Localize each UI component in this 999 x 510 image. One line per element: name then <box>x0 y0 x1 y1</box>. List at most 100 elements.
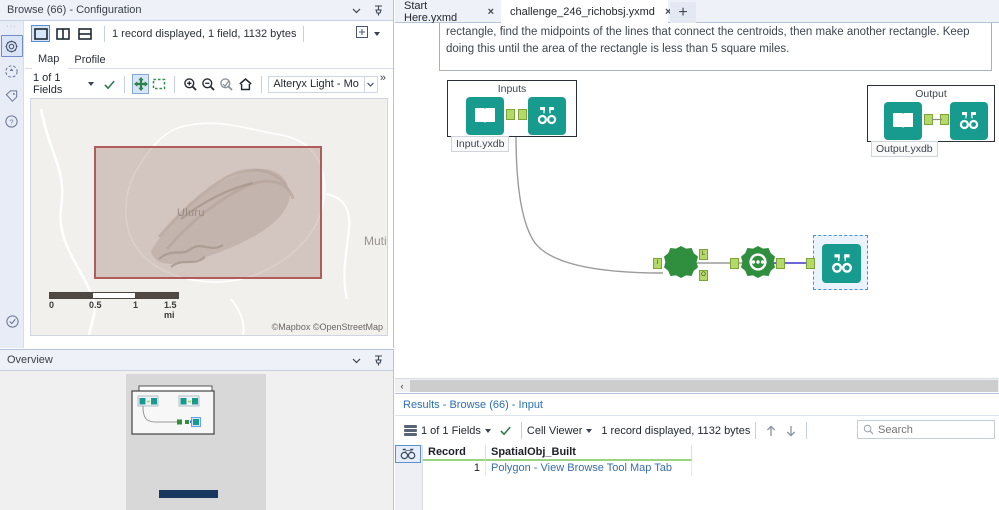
chevron-down-icon[interactable] <box>374 31 380 36</box>
scroll-left-icon[interactable]: ‹ <box>395 379 409 393</box>
toolbar-overflow-button[interactable]: » <box>380 72 393 84</box>
browse-tool[interactable] <box>528 97 566 135</box>
overview-panel-title: Overview <box>7 354 53 366</box>
gear-icon[interactable] <box>0 35 23 57</box>
check-icon[interactable] <box>496 421 516 441</box>
configuration-panel: Browse (66) - Configuration ··· ? 1 reco… <box>0 0 394 348</box>
close-icon[interactable]: × <box>488 6 494 18</box>
new-tab-button[interactable]: + <box>670 2 696 23</box>
chevron-down-icon[interactable] <box>88 82 94 86</box>
check-circle-icon[interactable] <box>5 314 20 332</box>
scale-bar-ticks: 0 0.5 1 1.5 mi <box>49 300 179 320</box>
tool-container-caption: Inputs <box>497 83 527 95</box>
macro-tool[interactable]: I L O <box>653 245 708 284</box>
pin-icon[interactable] <box>372 4 385 17</box>
chevron-down-icon[interactable] <box>350 4 363 17</box>
column-header-spatialobj[interactable]: SpatialObj_Built <box>486 445 692 461</box>
target-icon[interactable] <box>1 60 23 82</box>
add-column-icon[interactable] <box>356 26 368 41</box>
input-data-tool[interactable] <box>466 97 504 135</box>
iterative-macro-tool[interactable] <box>730 245 785 284</box>
search-input[interactable] <box>878 423 978 436</box>
results-toolbar: 1 of 1 Fields Cell Viewer 1 record displ… <box>395 416 999 445</box>
overview-minimap[interactable] <box>126 374 266 510</box>
divider <box>806 422 808 439</box>
map-toolbar: 1 of 1 Fields Alteryx Light - Mo » <box>25 72 393 96</box>
results-grid-gutter <box>395 445 423 510</box>
record-info-label: 1 record displayed, 1 field, 1132 bytes <box>112 27 297 40</box>
scale-tick-3: 1.5 mi <box>164 300 177 320</box>
tool-container-inputs[interactable]: Inputs <box>447 80 577 137</box>
output-anchor[interactable] <box>776 258 785 269</box>
browse-tool-selected[interactable] <box>806 235 868 290</box>
arrow-down-icon[interactable] <box>781 421 801 441</box>
output-data-tool[interactable] <box>884 102 922 140</box>
basemap-selector[interactable]: Alteryx Light - Mo <box>268 75 378 93</box>
cell-viewer-selector-label[interactable]: Cell Viewer <box>527 425 582 437</box>
chevron-down-icon[interactable] <box>350 354 363 367</box>
canvas-horizontal-scrollbar[interactable]: ‹ <box>395 378 999 392</box>
results-fields-selector-label[interactable]: 1 of 1 Fields <box>421 425 481 437</box>
workflow-canvas[interactable]: rectangle, find the midpoints of the lin… <box>395 23 999 378</box>
scale-bar-graphic <box>49 292 179 299</box>
results-grip-icon[interactable] <box>399 418 421 444</box>
input-file-label: Input.yxdb <box>451 136 510 152</box>
map-view[interactable]: Uluru Mutitj 0 0.5 1 1.5 mi ©Mapbox ©Ope… <box>30 98 388 336</box>
scale-tick-2: 1 <box>133 300 139 310</box>
workflow-tab-label: Start Here.yxmd <box>404 0 458 24</box>
split-horizontal-icon[interactable] <box>75 25 94 42</box>
divider <box>124 75 126 93</box>
browse-tool[interactable] <box>950 102 988 140</box>
table-row[interactable]: 1 Polygon - View Browse Tool Map Tab <box>423 461 999 476</box>
tool-container-output[interactable]: Output <box>867 85 995 142</box>
left-output-anchor-label: L <box>701 251 706 257</box>
scale-tick-1: 0.5 <box>89 300 102 310</box>
input-anchor[interactable] <box>806 258 815 269</box>
workflow-tab-challenge[interactable]: challenge_246_richobsj.yxmd × <box>501 0 671 23</box>
zoom-to-selection-icon[interactable] <box>219 74 235 94</box>
input-anchor[interactable] <box>518 109 527 120</box>
results-panel: Results - Browse (66) - Input 1 of 1 Fie… <box>395 393 999 510</box>
binoculars-icon <box>400 448 416 460</box>
divider <box>520 422 522 439</box>
marquee-select-icon[interactable] <box>151 74 167 94</box>
tool-container-caption: Output <box>915 88 947 100</box>
zoom-in-icon[interactable] <box>182 74 198 94</box>
fields-selector-label[interactable]: 1 of 1 Fields <box>33 72 82 96</box>
home-icon[interactable] <box>237 74 253 94</box>
check-icon[interactable] <box>101 74 117 94</box>
input-anchor[interactable] <box>730 258 739 269</box>
rail-bottom-group <box>0 314 24 332</box>
tab-profile[interactable]: Profile <box>68 53 114 68</box>
help-icon[interactable]: ? <box>1 110 23 132</box>
pan-icon[interactable] <box>132 74 149 94</box>
browse-tool-icon-wrap[interactable] <box>822 244 861 283</box>
output-anchor[interactable] <box>506 109 515 120</box>
chevron-down-icon[interactable] <box>586 428 593 433</box>
zoom-out-icon[interactable] <box>200 74 216 94</box>
tab-map[interactable]: Map <box>32 52 69 69</box>
results-grid[interactable]: Record SpatialObj_Built 1 Polygon - View… <box>395 445 999 510</box>
cell-record: 1 <box>423 461 486 476</box>
column-header-record[interactable]: Record <box>423 445 486 461</box>
browse-tool-row-icon[interactable] <box>395 445 421 463</box>
arrow-up-icon[interactable] <box>761 421 781 441</box>
pin-icon[interactable] <box>372 354 385 367</box>
split-vertical-icon[interactable] <box>53 25 72 42</box>
scrollbar-thumb[interactable] <box>410 380 998 392</box>
search-box[interactable] <box>857 420 995 439</box>
single-view-icon[interactable] <box>31 25 50 42</box>
tag-icon[interactable] <box>1 85 23 107</box>
workflow-tab-start-here[interactable]: Start Here.yxmd × <box>395 0 501 24</box>
divider <box>104 25 105 42</box>
chevron-down-icon[interactable] <box>363 76 377 92</box>
divider <box>260 75 262 93</box>
map-place-label-mutitj: Mutitj <box>364 234 387 248</box>
divider <box>755 422 757 439</box>
browse-view-toolbar: 1 record displayed, 1 field, 1132 bytes <box>25 22 393 45</box>
chevron-down-icon[interactable] <box>484 428 491 433</box>
divider <box>303 25 305 42</box>
overview-body[interactable] <box>0 371 393 510</box>
configuration-panel-title: Browse (66) - Configuration <box>7 4 142 16</box>
map-selection-rectangle[interactable] <box>94 146 322 279</box>
